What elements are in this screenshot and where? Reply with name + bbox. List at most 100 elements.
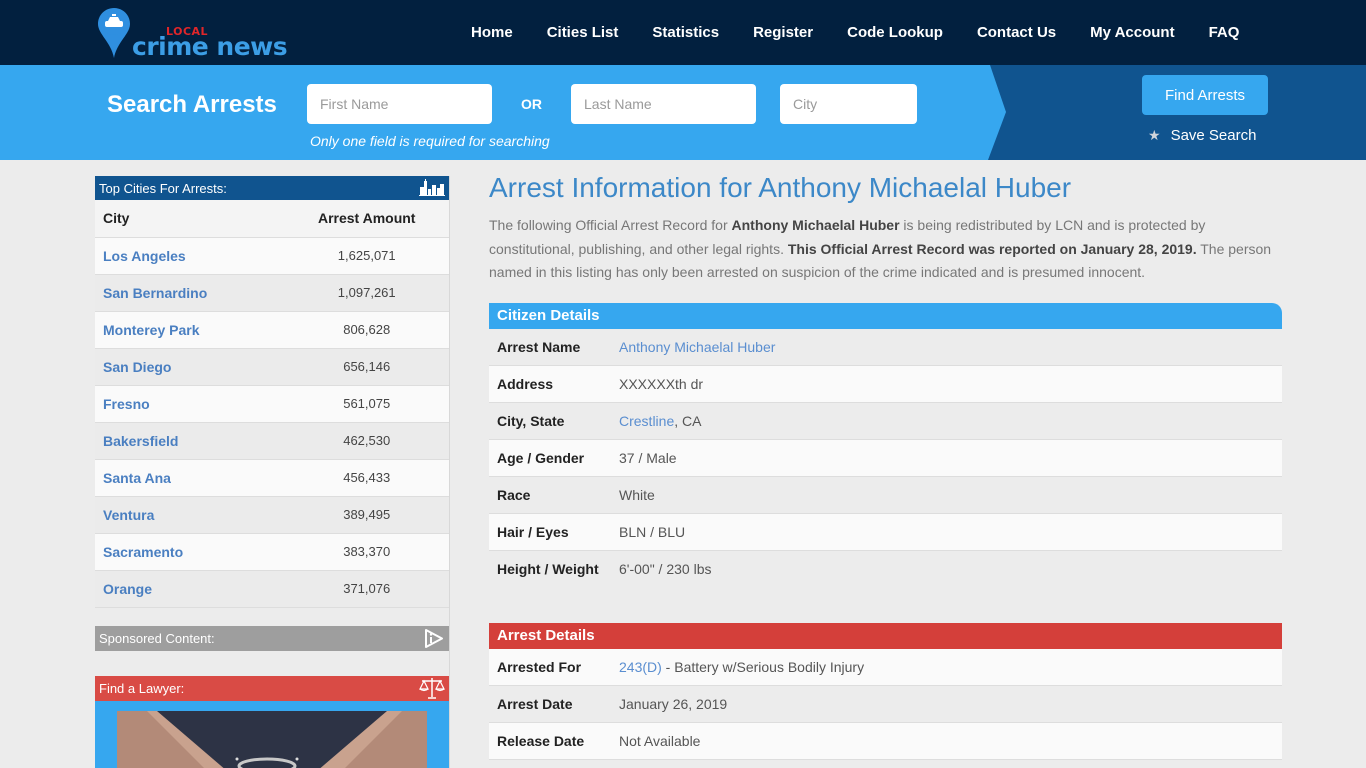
top-cities-title: Top Cities For Arrests: xyxy=(99,181,227,196)
sponsored-content-header: Sponsored Content: xyxy=(95,626,449,651)
ad-choices-icon[interactable] xyxy=(423,628,445,649)
find-arrests-button[interactable]: Find Arrests xyxy=(1142,75,1268,115)
site-logo[interactable]: LOCAL crime news xyxy=(98,8,298,61)
table-row: Ventura 389,495 xyxy=(95,496,449,534)
last-name-input[interactable] xyxy=(571,84,756,124)
charge-code-link[interactable]: 243(D) xyxy=(619,659,662,675)
chevron-divider xyxy=(986,65,1006,160)
table-row: Sacramento 383,370 xyxy=(95,533,449,571)
arrest-amount: 456,433 xyxy=(284,459,449,497)
table-row: San Diego 656,146 xyxy=(95,348,449,386)
arrest-name-link[interactable]: Anthony Michaelal Huber xyxy=(619,339,775,355)
table-row: Orange 371,076 xyxy=(95,570,449,608)
city-link[interactable]: Los Angeles xyxy=(103,248,186,264)
find-lawyer-ad[interactable] xyxy=(95,701,449,768)
detail-row: City, State Crestline, CA xyxy=(489,402,1282,440)
detail-label: Height / Weight xyxy=(489,550,619,588)
top-cities-header: Top Cities For Arrests: xyxy=(95,176,449,200)
save-search-label: Save Search xyxy=(1170,127,1257,144)
age-gender-value: 37 / Male xyxy=(619,439,1282,477)
arrest-date-value: January 26, 2019 xyxy=(619,685,1282,723)
arrest-amount: 371,076 xyxy=(284,570,449,608)
table-row: San Bernardino 1,097,261 xyxy=(95,274,449,312)
race-value: White xyxy=(619,476,1282,514)
main-content: Arrest Information for Anthony Michaelal… xyxy=(489,172,1282,760)
top-cities-table: City Arrest Amount Los Angeles 1,625,071… xyxy=(95,200,449,608)
arrest-amount: 806,628 xyxy=(284,311,449,349)
scales-of-justice-icon xyxy=(419,678,445,699)
detail-label: City, State xyxy=(489,402,619,440)
save-search-link[interactable]: ★ Save Search xyxy=(1148,127,1256,144)
city-link[interactable]: Crestline xyxy=(619,413,674,429)
height-weight-value: 6'-00" / 230 lbs xyxy=(619,550,1282,588)
column-header-city: City xyxy=(95,200,285,238)
find-lawyer-header: Find a Lawyer: xyxy=(95,676,449,701)
column-header-arrest-amount: Arrest Amount xyxy=(284,200,449,238)
city-link[interactable]: Orange xyxy=(103,581,152,597)
nav-faq[interactable]: FAQ xyxy=(1209,24,1240,41)
detail-row: Age / Gender 37 / Male xyxy=(489,439,1282,477)
hair-eyes-value: BLN / BLU xyxy=(619,513,1282,551)
nav-contact-us[interactable]: Contact Us xyxy=(977,24,1056,41)
detail-row: Arrest Date January 26, 2019 xyxy=(489,685,1282,723)
release-date-value: Not Available xyxy=(619,722,1282,760)
detail-row: Address XXXXXXth dr xyxy=(489,365,1282,403)
arrest-amount: 656,146 xyxy=(284,348,449,386)
handcuffs-image[interactable] xyxy=(117,711,427,768)
detail-label: Arrest Name xyxy=(489,328,619,366)
city-link[interactable]: Fresno xyxy=(103,396,150,412)
first-name-input[interactable] xyxy=(307,84,492,124)
detail-row: Height / Weight 6'-00" / 230 lbs xyxy=(489,550,1282,588)
sidebar: Top Cities For Arrests: City Arrest Amou… xyxy=(95,176,450,768)
nav-my-account[interactable]: My Account xyxy=(1090,24,1174,41)
police-car-pin-icon xyxy=(98,8,130,58)
address-value: XXXXXXth dr xyxy=(619,365,1282,403)
city-link[interactable]: Monterey Park xyxy=(103,322,199,338)
nav-cities-list[interactable]: Cities List xyxy=(547,24,619,41)
detail-label: Hair / Eyes xyxy=(489,513,619,551)
table-row: Monterey Park 806,628 xyxy=(95,311,449,349)
table-row: Santa Ana 456,433 xyxy=(95,459,449,497)
nav-code-lookup[interactable]: Code Lookup xyxy=(847,24,943,41)
detail-row: Arrested For 243(D) - Battery w/Serious … xyxy=(489,648,1282,686)
citizen-details-table: Arrest Name Anthony Michaelal Huber Addr… xyxy=(489,328,1282,588)
arrest-amount: 383,370 xyxy=(284,533,449,571)
detail-label: Arrest Date xyxy=(489,685,619,723)
charge-description: - Battery w/Serious Bodily Injury xyxy=(661,658,865,675)
search-bar: Search Arrests OR Only one field is requ… xyxy=(0,65,1366,160)
table-row: Los Angeles 1,625,071 xyxy=(95,237,449,275)
arrest-amount: 462,530 xyxy=(284,422,449,460)
intro-paragraph: The following Official Arrest Record for… xyxy=(489,214,1282,285)
intro-person-name: Anthony Michaelal Huber xyxy=(731,217,900,233)
nav-statistics[interactable]: Statistics xyxy=(652,24,719,41)
arrest-amount: 561,075 xyxy=(284,385,449,423)
detail-row: Release Date Not Available xyxy=(489,722,1282,760)
city-link[interactable]: Santa Ana xyxy=(103,470,171,486)
arrest-amount: 1,097,261 xyxy=(284,274,449,312)
main-nav: Home Cities List Statistics Register Cod… xyxy=(471,24,1239,41)
city-skyline-icon xyxy=(419,179,445,196)
nav-home[interactable]: Home xyxy=(471,24,513,41)
city-link[interactable]: Sacramento xyxy=(103,544,183,560)
star-icon: ★ xyxy=(1148,127,1161,143)
city-input[interactable] xyxy=(780,84,917,124)
detail-label: Release Date xyxy=(489,722,619,760)
table-row: Fresno 561,075 xyxy=(95,385,449,423)
city-link[interactable]: Bakersfield xyxy=(103,433,178,449)
intro-text: The following Official Arrest Record for xyxy=(489,217,732,233)
detail-row: Arrest Name Anthony Michaelal Huber xyxy=(489,328,1282,366)
page-title: Arrest Information for Anthony Michaelal… xyxy=(489,172,1072,203)
top-navbar: LOCAL crime news Home Cities List Statis… xyxy=(0,0,1366,65)
nav-register[interactable]: Register xyxy=(753,24,813,41)
logo-main-text: crime news xyxy=(132,32,288,61)
detail-row: Race White xyxy=(489,476,1282,514)
city-link[interactable]: San Bernardino xyxy=(103,285,207,301)
handcuffed-hands-illustration xyxy=(117,711,427,768)
detail-label: Address xyxy=(489,365,619,403)
sponsored-title: Sponsored Content: xyxy=(99,631,215,646)
city-link[interactable]: San Diego xyxy=(103,359,171,375)
city-link[interactable]: Ventura xyxy=(103,507,154,523)
search-title: Search Arrests xyxy=(107,91,277,118)
arrest-details-table: Arrested For 243(D) - Battery w/Serious … xyxy=(489,648,1282,760)
arrest-amount: 1,625,071 xyxy=(284,237,449,275)
